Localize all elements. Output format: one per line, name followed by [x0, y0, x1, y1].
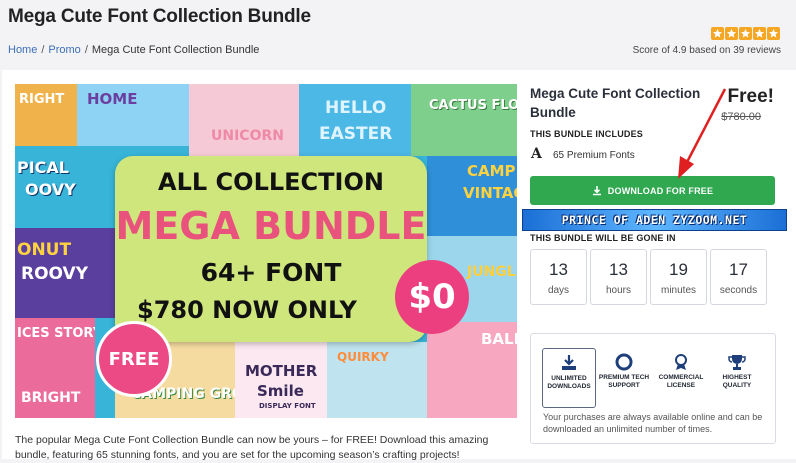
breadcrumb-promo[interactable]: Promo [48, 44, 80, 56]
download-button-label: DOWNLOAD FOR FREE [607, 185, 714, 196]
bundle-hero-image[interactable]: RIGHT HOME UNICORN HELLO EASTER CACTUS FL… [15, 84, 517, 418]
countdown-hours: 13 hours [590, 249, 647, 305]
hero-tile: ICES STORY BRIGHT [15, 318, 95, 418]
feature-premium-support: PREMIUM TECH SUPPORT [598, 348, 650, 406]
page-title: Mega Cute Font Collection Bundle [8, 6, 311, 27]
hero-tile: QUIRKY [327, 342, 427, 418]
countdown-value: 19 [669, 260, 688, 279]
breadcrumb-separator: / [41, 44, 45, 56]
includes-item: 65 Premium Fonts [553, 150, 635, 161]
countdown-value: 13 [609, 260, 628, 279]
font-icon: A [531, 146, 542, 162]
star-icon [725, 27, 738, 40]
star-icon [753, 27, 766, 40]
rating-score: Score of 4.9 based on 39 reviews [632, 45, 781, 56]
download-button[interactable]: DOWNLOAD FOR FREE [530, 176, 775, 205]
hero-tile: UNICORN [189, 84, 299, 156]
promo-line-3: 64+ FONT [200, 258, 342, 287]
promo-box: ALL COLLECTION MEGA BUNDLE 64+ FONT $780… [115, 156, 427, 342]
countdown-label: THIS BUNDLE WILL BE GONE IN [530, 233, 676, 243]
medal-icon [675, 354, 687, 370]
trophy-icon [728, 355, 746, 370]
price-current: Free! [727, 86, 774, 107]
countdown-unit: minutes [660, 285, 696, 296]
countdown-days: 13 days [530, 249, 587, 305]
red-arrow-annotation [678, 88, 727, 179]
hero-tile: BALLO [427, 322, 517, 418]
breadcrumb: Home / Promo / Mega Cute Font Collection Bun… [8, 44, 259, 56]
promo-line-1: ALL COLLECTION [158, 168, 384, 196]
hero-tile: CAMPVINTAG [427, 156, 517, 236]
lifebuoy-icon [615, 353, 633, 371]
countdown-value: 13 [549, 260, 568, 279]
hero-tile: HELLO EASTER [299, 84, 411, 156]
promo-line-4: $780 NOW ONLY [137, 296, 357, 324]
feature-label: HIGHEST QUALITY [722, 374, 752, 389]
hero-tile: PICAL OOVY [15, 146, 115, 228]
star-icon [767, 27, 780, 40]
free-badge: FREE [96, 321, 172, 397]
feature-label: UNLIMITED DOWNLOADS [547, 375, 591, 390]
feature-unlimited-downloads[interactable]: UNLIMITED DOWNLOADS [542, 348, 596, 408]
feature-label: COMMERCIAL LICENSE [658, 374, 704, 389]
hero-tile: ONUT ROOVY [15, 228, 115, 318]
countdown-minutes: 19 minutes [650, 249, 707, 305]
breadcrumb-home[interactable]: Home [8, 44, 37, 56]
feature-commercial-license: COMMERCIAL LICENSE [655, 348, 707, 406]
star-icon [739, 27, 752, 40]
hero-tile: HOME [77, 84, 189, 146]
download-icon [592, 185, 601, 195]
countdown-value: 17 [729, 260, 748, 279]
feature-highest-quality: HIGHEST QUALITY [711, 348, 763, 406]
download-icon [562, 355, 576, 370]
rating-stars [711, 27, 780, 40]
features-note: Your purchases are always available onli… [543, 412, 763, 434]
watermark-banner: PRINCE OF ADEN ZYZOOM.NET [522, 209, 787, 231]
breadcrumb-separator: / [84, 44, 88, 56]
countdown-seconds: 17 seconds [710, 249, 767, 305]
hero-tile: RIGHT [15, 84, 77, 146]
hero-tile: CACTUS FLOR [411, 84, 517, 156]
countdown-unit: hours [605, 285, 631, 296]
star-icon [711, 27, 724, 40]
countdown-unit: days [547, 285, 570, 296]
promo-line-2: MEGA BUNDLE [115, 204, 427, 248]
breadcrumb-current: Mega Cute Font Collection Bundle [91, 44, 260, 56]
features-box: UNLIMITED DOWNLOADS PREMIUM TECH SUPPORT… [530, 333, 776, 444]
zero-price-badge: $0 [395, 260, 469, 334]
includes-label: THIS BUNDLE INCLUDES [530, 129, 644, 139]
feature-label: PREMIUM TECH SUPPORT [598, 374, 650, 389]
hero-tile: MOTHER Smile DISPLAY FONT [235, 342, 327, 418]
countdown-unit: seconds [719, 285, 758, 296]
